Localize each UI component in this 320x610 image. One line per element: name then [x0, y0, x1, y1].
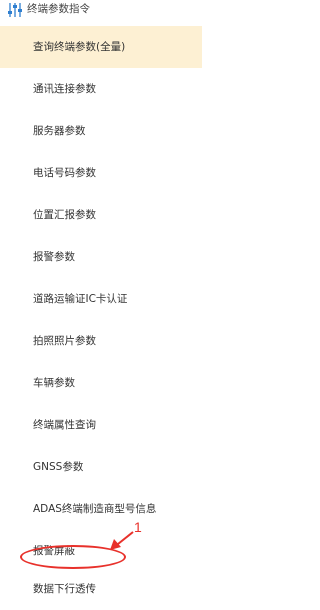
menu-item-label: 服务器参数 [33, 125, 86, 137]
menu-item-label: ADAS终端制造商型号信息 [33, 503, 157, 515]
menu-item-label: GNSS参数 [33, 461, 84, 473]
menu-item-adas-model-info[interactable]: ADAS终端制造商型号信息 [0, 488, 202, 530]
menu-item-label: 位置汇报参数 [33, 209, 96, 221]
menu-item-label: 通讯连接参数 [33, 83, 96, 95]
menu-item-gnss-params[interactable]: GNSS参数 [0, 446, 202, 488]
menu-item-location-report-params[interactable]: 位置汇报参数 [0, 194, 202, 236]
menu-item-phone-number-params[interactable]: 电话号码参数 [0, 152, 202, 194]
menu-item-alarm-params[interactable]: 报警参数 [0, 236, 202, 278]
menu-item-label: 报警参数 [33, 251, 75, 263]
terminal-parameter-menu: 查询终端参数(全量) 通讯连接参数 服务器参数 电话号码参数 位置汇报参数 报警… [0, 26, 202, 610]
menu-item-terminal-attributes[interactable]: 终端属性查询 [0, 404, 202, 446]
menu-group-header[interactable]: 终端参数指令 [0, 0, 202, 24]
sliders-icon [7, 2, 23, 18]
menu-item-communication-params[interactable]: 通讯连接参数 [0, 68, 202, 110]
menu-item-label: 电话号码参数 [33, 167, 96, 179]
menu-item-server-params[interactable]: 服务器参数 [0, 110, 202, 152]
menu-item-query-all-params[interactable]: 查询终端参数(全量) [0, 26, 202, 68]
menu-item-photo-params[interactable]: 拍照照片参数 [0, 320, 202, 362]
menu-item-label: 查询终端参数(全量) [33, 41, 126, 53]
menu-item-label: 终端属性查询 [33, 419, 96, 431]
annotation-number: 1 [134, 519, 142, 535]
menu-item-vehicle-params[interactable]: 车辆参数 [0, 362, 202, 404]
menu-item-label: 道路运输证IC卡认证 [33, 293, 128, 305]
menu-item-ic-card-auth[interactable]: 道路运输证IC卡认证 [0, 278, 202, 320]
menu-item-label: 数据下行透传 [33, 583, 96, 595]
annotation-highlight-ellipse [20, 545, 126, 569]
menu-item-data-downlink[interactable]: 数据下行透传 [0, 572, 202, 610]
menu-item-label: 车辆参数 [33, 377, 75, 389]
menu-group-title: 终端参数指令 [27, 3, 90, 15]
menu-item-label: 拍照照片参数 [33, 335, 96, 347]
